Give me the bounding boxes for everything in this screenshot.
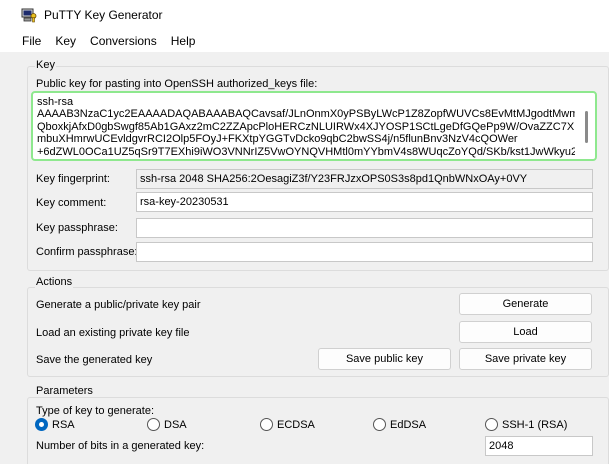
radio-ecdsa-indicator[interactable] bbox=[260, 418, 273, 431]
generate-button[interactable]: Generate bbox=[459, 293, 592, 315]
generate-text: Generate a public/private key pair bbox=[36, 299, 201, 311]
load-text: Load an existing private key file bbox=[36, 327, 190, 339]
save-text: Save the generated key bbox=[36, 354, 153, 366]
radio-dsa-label: DSA bbox=[164, 418, 187, 431]
confirm-passphrase-field[interactable] bbox=[136, 242, 593, 262]
public-key-label: Public key for pasting into OpenSSH auth… bbox=[36, 78, 318, 90]
radio-dsa-indicator[interactable] bbox=[147, 418, 160, 431]
radio-ssh1-rsa-indicator[interactable] bbox=[485, 418, 498, 431]
fingerprint-label: Key fingerprint: bbox=[36, 173, 110, 185]
key-group-label: Key bbox=[35, 59, 56, 71]
bits-label: Number of bits in a generated key: bbox=[36, 440, 205, 452]
vertical-scrollbar[interactable] bbox=[585, 111, 588, 143]
key-type-label: Type of key to generate: bbox=[36, 405, 155, 417]
public-key-line: mbuXHmrwUCEvldgvrRCI2Olp5FOyJ+FKXtpYGGTv… bbox=[37, 133, 518, 146]
radio-rsa[interactable]: RSA bbox=[35, 418, 75, 431]
window-title: PuTTY Key Generator bbox=[44, 8, 163, 22]
putty-keygen-icon bbox=[21, 8, 37, 23]
radio-eddsa-label: EdDSA bbox=[390, 418, 427, 431]
public-key-line: AAAAB3NzaC1yc2EAAAADAQABAAABAQCavsaf/JLn… bbox=[37, 108, 575, 121]
radio-rsa-indicator[interactable] bbox=[35, 418, 48, 431]
title-bar: PuTTY Key Generator bbox=[0, 0, 609, 30]
comment-field[interactable]: rsa-key-20230531 bbox=[136, 192, 593, 212]
menu-conversions[interactable]: Conversions bbox=[85, 30, 162, 52]
radio-ecdsa-label: ECDSA bbox=[277, 418, 315, 431]
menu-key[interactable]: Key bbox=[50, 30, 81, 52]
radio-ssh1-rsa-label: SSH-1 (RSA) bbox=[502, 418, 568, 431]
comment-label: Key comment: bbox=[36, 197, 107, 209]
public-key-textarea[interactable]: ssh-rsa AAAAB3NzaC1yc2EAAAADAQABAAABAQCa… bbox=[31, 91, 597, 161]
radio-eddsa-indicator[interactable] bbox=[373, 418, 386, 431]
radio-ecdsa[interactable]: ECDSA bbox=[260, 418, 315, 431]
radio-rsa-label: RSA bbox=[52, 418, 75, 431]
passphrase-field[interactable] bbox=[136, 218, 593, 238]
save-public-key-button[interactable]: Save public key bbox=[318, 348, 451, 370]
bits-field[interactable]: 2048 bbox=[485, 436, 593, 456]
load-button[interactable]: Load bbox=[459, 321, 592, 343]
menu-bar: File Key Conversions Help bbox=[0, 30, 609, 52]
radio-dsa[interactable]: DSA bbox=[147, 418, 187, 431]
parameters-group-label: Parameters bbox=[35, 385, 94, 397]
public-key-line: ssh-rsa bbox=[37, 96, 74, 108]
menu-file[interactable]: File bbox=[22, 30, 46, 52]
actions-group-label: Actions bbox=[35, 276, 74, 288]
passphrase-label: Key passphrase: bbox=[36, 222, 118, 234]
confirm-passphrase-label: Confirm passphrase: bbox=[36, 246, 138, 258]
fingerprint-field[interactable]: ssh-rsa 2048 SHA256:2OesagiZ3f/Y23FRJzxO… bbox=[136, 169, 593, 189]
menu-help[interactable]: Help bbox=[166, 30, 201, 52]
radio-eddsa[interactable]: EdDSA bbox=[373, 418, 426, 431]
save-private-key-button[interactable]: Save private key bbox=[459, 348, 592, 370]
radio-ssh1-rsa[interactable]: SSH-1 (RSA) bbox=[485, 418, 567, 431]
public-key-line: +6dZWL0OCa1UZ5qSr9T7EXhi9iWO3VNNrIZ5VwOY… bbox=[37, 145, 575, 158]
public-key-line: QboxkjAfxD0gbSwgf85Ab1GAxz2mC2ZZApcPloHE… bbox=[37, 120, 575, 133]
